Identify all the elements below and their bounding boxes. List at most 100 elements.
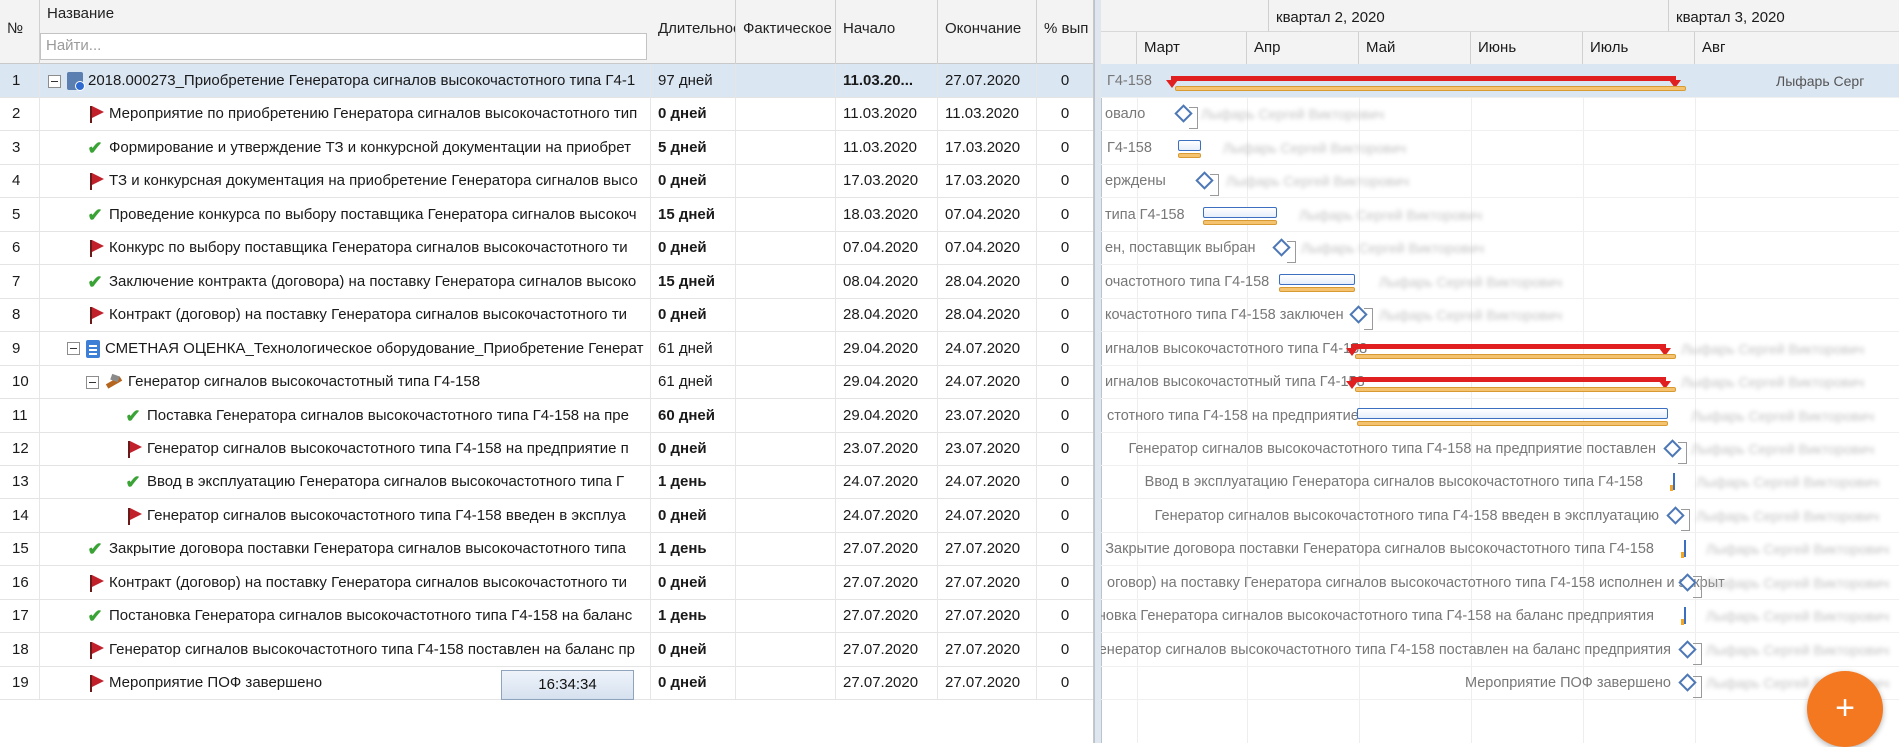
task-name-cell[interactable]: Генератор сигналов высокочастотного типа… bbox=[40, 498, 651, 532]
duration-cell[interactable]: 0 дней bbox=[651, 164, 736, 198]
start-date-cell[interactable]: 24.07.2020 bbox=[836, 498, 938, 532]
task-row[interactable]: 16 Контракт (договор) на поставку Генерат… bbox=[0, 565, 1093, 600]
duration-cell[interactable]: 0 дней bbox=[651, 231, 736, 265]
actual-cell[interactable] bbox=[736, 498, 836, 532]
percent-cell[interactable]: 0 bbox=[1037, 231, 1093, 264]
percent-cell[interactable]: 0 bbox=[1037, 633, 1093, 666]
duration-cell[interactable]: 1 день bbox=[651, 599, 736, 633]
task-row[interactable]: 1 2018.000273_Приобретение Генератора сиг… bbox=[0, 64, 1093, 98]
duration-cell[interactable]: 15 дней bbox=[651, 264, 736, 298]
start-date-cell[interactable]: 07.04.2020 bbox=[836, 231, 938, 265]
task-name-cell[interactable]: СМЕТНАЯ ОЦЕНКА_Технологическое оборудова… bbox=[40, 331, 651, 365]
col-header-name[interactable]: Название bbox=[40, 0, 651, 32]
task-row[interactable]: 8 Контракт (договор) на поставку Генерато… bbox=[0, 298, 1093, 333]
actual-cell[interactable] bbox=[736, 565, 836, 599]
task-name-cell[interactable]: Генератор сигналов высокочастотного типа… bbox=[40, 431, 651, 465]
end-date-cell[interactable]: 07.04.2020 bbox=[938, 231, 1037, 265]
task-name-cell[interactable]: ✔ Формирование и утверждение ТЗ и конкурс… bbox=[40, 130, 651, 164]
actual-cell[interactable] bbox=[736, 599, 836, 633]
start-date-cell[interactable]: 11.03.20... bbox=[836, 64, 938, 97]
short-task-bar[interactable] bbox=[1684, 540, 1686, 558]
task-name-cell[interactable]: ✔ Заключение контракта (договора) на пост… bbox=[40, 264, 651, 298]
percent-cell[interactable]: 0 bbox=[1037, 365, 1093, 398]
task-row[interactable]: 12 Генератор сигналов высокочастотного ти… bbox=[0, 431, 1093, 466]
end-date-cell[interactable]: 27.07.2020 bbox=[938, 666, 1037, 700]
summary-bar[interactable] bbox=[1346, 343, 1671, 356]
actual-cell[interactable] bbox=[736, 331, 836, 365]
duration-cell[interactable]: 97 дней bbox=[651, 64, 736, 97]
actual-cell[interactable] bbox=[736, 197, 836, 231]
task-name-cell[interactable]: ✔ Постановка Генератора сигналов высокоча… bbox=[40, 599, 651, 633]
end-date-cell[interactable]: 27.07.2020 bbox=[938, 532, 1037, 566]
search-input[interactable]: Найти... bbox=[40, 33, 647, 60]
start-date-cell[interactable]: 29.04.2020 bbox=[836, 365, 938, 399]
actual-cell[interactable] bbox=[736, 264, 836, 298]
col-header-actual[interactable]: Фактическое bbox=[736, 0, 836, 64]
task-name-cell[interactable]: Контракт (договор) на поставку Генератор… bbox=[40, 298, 651, 332]
start-date-cell[interactable]: 27.07.2020 bbox=[836, 666, 938, 700]
end-date-cell[interactable]: 23.07.2020 bbox=[938, 398, 1037, 432]
task-name-cell[interactable]: ТЗ и конкурсная документация на приобрет… bbox=[40, 164, 651, 198]
percent-cell[interactable]: 0 bbox=[1037, 599, 1093, 632]
end-date-cell[interactable]: 07.04.2020 bbox=[938, 197, 1037, 231]
actual-cell[interactable] bbox=[736, 365, 836, 399]
actual-cell[interactable] bbox=[736, 666, 836, 700]
start-date-cell[interactable]: 18.03.2020 bbox=[836, 197, 938, 231]
task-row[interactable]: 4 ТЗ и конкурсная документация на приобре… bbox=[0, 164, 1093, 199]
duration-cell[interactable]: 60 дней bbox=[651, 398, 736, 432]
start-date-cell[interactable]: 11.03.2020 bbox=[836, 130, 938, 164]
actual-cell[interactable] bbox=[736, 164, 836, 198]
start-date-cell[interactable]: 27.07.2020 bbox=[836, 532, 938, 566]
duration-cell[interactable]: 1 день bbox=[651, 465, 736, 499]
percent-cell[interactable]: 0 bbox=[1037, 465, 1093, 498]
duration-cell[interactable]: 15 дней bbox=[651, 197, 736, 231]
end-date-cell[interactable]: 28.04.2020 bbox=[938, 298, 1037, 332]
task-bar[interactable] bbox=[1203, 206, 1277, 218]
end-date-cell[interactable]: 27.07.2020 bbox=[938, 632, 1037, 666]
task-name-cell[interactable]: Генератор сигналов высокочастотный типа … bbox=[40, 365, 651, 399]
col-header-start[interactable]: Начало bbox=[836, 0, 938, 64]
duration-cell[interactable]: 1 день bbox=[651, 532, 736, 566]
task-row[interactable]: 17 ✔ Постановка Генератора сигналов высоко… bbox=[0, 599, 1093, 634]
percent-cell[interactable]: 0 bbox=[1037, 298, 1093, 331]
task-row[interactable]: 11 ✔ Поставка Генератора сигналов высокоча… bbox=[0, 398, 1093, 433]
end-date-cell[interactable]: 17.03.2020 bbox=[938, 164, 1037, 198]
task-name-cell[interactable]: ✔ Поставка Генератора сигналов высокочаст… bbox=[40, 398, 651, 432]
start-date-cell[interactable]: 24.07.2020 bbox=[836, 465, 938, 499]
task-name-cell[interactable]: ✔ Ввод в эксплуатацию Генератора сигналов… bbox=[40, 465, 651, 499]
task-bar[interactable] bbox=[1357, 407, 1668, 419]
task-row[interactable]: 14 Генератор сигналов высокочастотного ти… bbox=[0, 498, 1093, 533]
percent-cell[interactable]: 0 bbox=[1037, 164, 1093, 197]
col-header-pct[interactable]: % вып bbox=[1037, 0, 1093, 64]
actual-cell[interactable] bbox=[736, 97, 836, 131]
end-date-cell[interactable]: 24.07.2020 bbox=[938, 331, 1037, 365]
duration-cell[interactable]: 0 дней bbox=[651, 431, 736, 465]
percent-cell[interactable]: 0 bbox=[1037, 332, 1093, 365]
percent-cell[interactable]: 0 bbox=[1037, 131, 1093, 164]
task-row[interactable]: 18 Генератор сигналов высокочастотного ти… bbox=[0, 632, 1093, 667]
actual-cell[interactable] bbox=[736, 64, 836, 97]
percent-cell[interactable]: 0 bbox=[1037, 566, 1093, 599]
short-task-bar[interactable] bbox=[1673, 473, 1675, 491]
start-date-cell[interactable]: 23.07.2020 bbox=[836, 431, 938, 465]
collapse-toggle-icon[interactable] bbox=[86, 375, 99, 389]
actual-cell[interactable] bbox=[736, 398, 836, 432]
task-name-cell[interactable]: 2018.000273_Приобретение Генератора сигн… bbox=[40, 64, 651, 97]
task-row[interactable]: 10 Генератор сигналов высокочастотный тип… bbox=[0, 365, 1093, 400]
start-date-cell[interactable]: 27.07.2020 bbox=[836, 599, 938, 633]
percent-cell[interactable]: 0 bbox=[1037, 499, 1093, 532]
add-fab-button[interactable]: + bbox=[1807, 671, 1883, 747]
end-date-cell[interactable]: 27.07.2020 bbox=[938, 599, 1037, 633]
start-date-cell[interactable]: 17.03.2020 bbox=[836, 164, 938, 198]
percent-cell[interactable]: 0 bbox=[1037, 97, 1093, 130]
col-header-end[interactable]: Окончание bbox=[938, 0, 1037, 64]
short-task-bar[interactable] bbox=[1684, 607, 1686, 625]
actual-cell[interactable] bbox=[736, 532, 836, 566]
task-bar[interactable] bbox=[1279, 273, 1355, 285]
summary-bar[interactable] bbox=[1346, 377, 1671, 390]
percent-cell[interactable]: 0 bbox=[1037, 198, 1093, 231]
duration-cell[interactable]: 0 дней bbox=[651, 666, 736, 700]
task-name-cell[interactable]: Генератор сигналов высокочастотного типа… bbox=[40, 632, 651, 666]
duration-cell[interactable]: 0 дней bbox=[651, 298, 736, 332]
actual-cell[interactable] bbox=[736, 431, 836, 465]
